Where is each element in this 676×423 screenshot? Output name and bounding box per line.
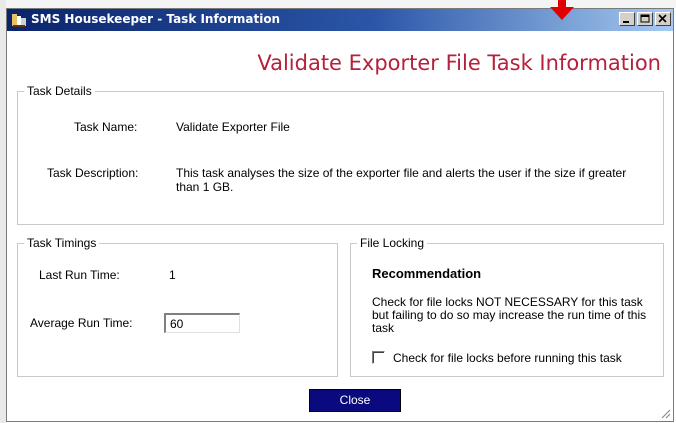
resize-grip-icon[interactable] (659, 407, 671, 419)
file-locking-group: File Locking Recommendation Check for fi… (350, 236, 664, 377)
file-lock-checkbox[interactable] (372, 351, 385, 364)
task-description-value: This task analyses the size of the expor… (176, 166, 627, 194)
task-details-group: Task Details Task Name: Validate Exporte… (17, 84, 664, 225)
task-timings-legend: Task Timings (24, 236, 100, 250)
last-run-time-value: 1 (169, 268, 176, 282)
annotation-arrow-icon (550, 0, 574, 20)
minimize-icon[interactable] (619, 12, 635, 26)
task-name-value: Validate Exporter File (176, 120, 290, 134)
close-button[interactable]: Close (309, 389, 401, 412)
file-locking-legend: File Locking (357, 236, 428, 250)
task-description-label: Task Description: (47, 166, 139, 180)
recommendation-text: Check for file locks NOT NECESSARY for t… (372, 295, 647, 335)
maximize-icon[interactable] (637, 12, 653, 26)
page-title: Validate Exporter File Task Information (257, 51, 661, 75)
recommendation-heading: Recommendation (372, 266, 482, 281)
last-run-time-label: Last Run Time: (39, 268, 120, 282)
task-timings-group: Task Timings Last Run Time: 1 Average Ru… (17, 236, 338, 377)
average-run-time-label: Average Run Time: (30, 316, 133, 330)
title-buttons (617, 12, 671, 26)
task-name-label: Task Name: (74, 120, 138, 134)
window-title: SMS Housekeeper - Task Information (31, 12, 281, 26)
app-icon (11, 12, 27, 28)
task-details-legend: Task Details (24, 84, 95, 98)
close-icon[interactable] (655, 12, 671, 26)
task-information-window: SMS Housekeeper - Task Information Valid… (6, 8, 674, 422)
average-run-time-input[interactable] (164, 313, 240, 333)
file-lock-checkbox-label[interactable]: Check for file locks before running this… (393, 351, 622, 365)
